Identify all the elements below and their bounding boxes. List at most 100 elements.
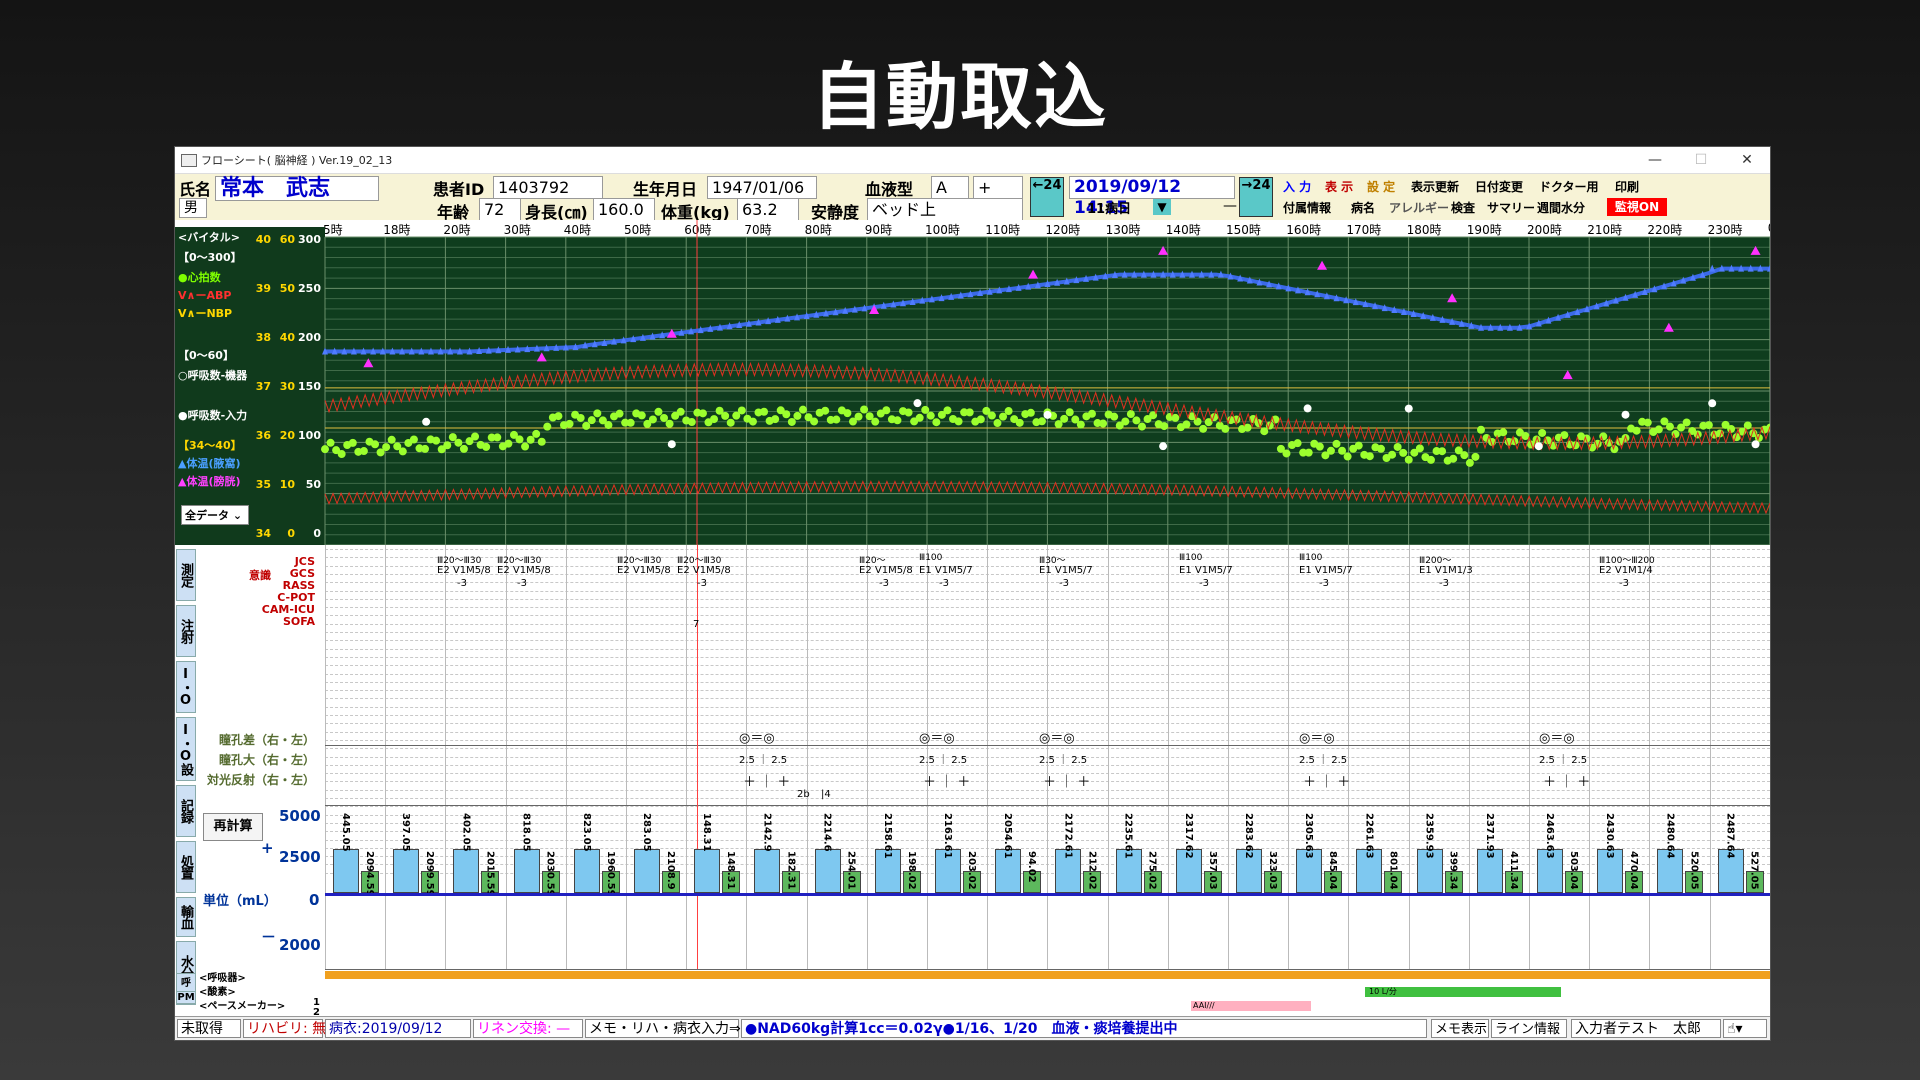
- minimize-button[interactable]: —: [1632, 147, 1678, 173]
- menu-input[interactable]: 入 力: [1283, 178, 1311, 195]
- recalc-button[interactable]: 再計算: [203, 813, 263, 841]
- axis-tick-label: 36: [256, 429, 272, 442]
- hr-point: [1477, 425, 1485, 434]
- hr-point: [387, 435, 396, 444]
- next-24h-button[interactable]: →24: [1239, 177, 1273, 217]
- hr-point: [493, 433, 502, 442]
- fluid-value-label: 520.05: [1688, 851, 1700, 890]
- hr-point: [810, 417, 819, 426]
- current-datetime[interactable]: 2019/09/12 14:15: [1069, 176, 1235, 218]
- rass-value: -3: [1059, 578, 1069, 589]
- axis-tick-label: 30: [280, 380, 296, 393]
- memo-entry-button[interactable]: メモ・リハ・病衣入力⇒: [585, 1019, 741, 1038]
- tab-3[interactable]: I・O設定: [176, 717, 196, 781]
- ward-day: 11病日: [1087, 202, 1132, 217]
- fluid-value-label: 198.02: [905, 851, 917, 890]
- gcs-value: E2 V1M5/8: [859, 565, 913, 576]
- hr-point: [443, 441, 452, 450]
- pupil-label: 瞳孔差（右・左）: [218, 733, 315, 747]
- grid-col-line: [385, 545, 387, 969]
- hr-point: [654, 407, 663, 416]
- fluid-bar: [393, 849, 420, 893]
- fluid-value-label: 445.05: [340, 813, 351, 852]
- hr-point: [1449, 454, 1458, 463]
- hr-point: [1438, 447, 1447, 456]
- tab-0[interactable]: 測定: [176, 549, 196, 601]
- axis-tick-label: 40: [280, 331, 296, 344]
- hr-point: [1221, 424, 1230, 433]
- tab-6[interactable]: 輸血: [176, 897, 196, 937]
- rass-value: -3: [1619, 578, 1629, 589]
- hand-cursor-icon[interactable]: ☝▾: [1723, 1019, 1767, 1038]
- menu-print[interactable]: 印刷: [1615, 178, 1639, 195]
- close-button[interactable]: ✕: [1724, 147, 1770, 173]
- hr-point: [526, 435, 535, 444]
- user-name: 入力者テスト 太郎: [1571, 1019, 1721, 1038]
- pupil-label: 瞳孔大（右・左）: [218, 753, 315, 767]
- menu-settings[interactable]: 設 定: [1367, 178, 1395, 195]
- menu-view[interactable]: 表 示: [1325, 178, 1353, 195]
- hr-point: [1393, 442, 1402, 451]
- menu-date-change[interactable]: 日付変更: [1475, 178, 1523, 195]
- bottom-tab[interactable]: PM: [176, 991, 196, 1004]
- hr-point: [1727, 424, 1736, 433]
- axis-tick-label: 39: [256, 282, 271, 295]
- prev-24h-button[interactable]: ←24: [1030, 177, 1064, 217]
- hr-point: [1426, 455, 1435, 464]
- hr-point: [926, 411, 935, 420]
- maximize-button[interactable]: ☐: [1678, 147, 1724, 173]
- pupil-reflex-value: ＋ ｜ ＋: [1543, 775, 1591, 790]
- tab-4[interactable]: 記録: [176, 785, 196, 837]
- hr-point: [1471, 452, 1480, 461]
- menu-summary[interactable]: サマリー: [1487, 199, 1535, 216]
- gcs-value: E1 V1M1/3: [1419, 565, 1473, 576]
- slide-title: 自動取込: [811, 55, 1108, 139]
- gcs-value: E2 V1M5/8: [677, 565, 731, 576]
- bottom-row-label: <酸素>: [199, 987, 236, 998]
- gcs-value: E2 V1M5/8: [617, 565, 671, 576]
- fluid-value-label: 399.34: [1447, 851, 1459, 890]
- status-bar: 未取得 リハビリ: 無 病衣:2019/09/12 リネン交換: — メモ・リハ…: [175, 1016, 1770, 1040]
- memo-view-button[interactable]: メモ表示: [1431, 1019, 1489, 1038]
- fluid-value-label: 527.05: [1748, 851, 1760, 890]
- fluid-value-label: 357.03: [1206, 851, 1218, 890]
- menu-doctor[interactable]: ドクター用: [1539, 178, 1599, 195]
- monitor-on-button[interactable]: 監視ON: [1607, 198, 1667, 216]
- fluid-value-label: 2463.63: [1544, 813, 1555, 859]
- hr-point: [921, 405, 930, 414]
- hr-point: [1465, 458, 1474, 467]
- menu-weekly-fluid[interactable]: 週間水分: [1537, 199, 1585, 216]
- hr-point: [1682, 418, 1691, 427]
- hr-point: [904, 408, 913, 417]
- fluid-value-label: 2430.63: [1604, 813, 1616, 859]
- menu-allergy[interactable]: アレルギー: [1389, 199, 1449, 216]
- hr-point: [676, 407, 685, 416]
- line-info-button[interactable]: ライン情報: [1491, 1019, 1567, 1038]
- resp-monitor-point: [1043, 410, 1052, 419]
- pupil-reflex-value: ＋ ｜ ＋: [923, 775, 971, 790]
- tab-2[interactable]: I・O: [176, 661, 196, 713]
- tab-5[interactable]: 処置: [176, 841, 196, 893]
- rass-value: -3: [1199, 578, 1209, 589]
- jcs-value: Ⅲ100: [1299, 553, 1323, 563]
- hr-point: [1110, 412, 1119, 421]
- pupil-reflex-value: ＋ ｜ ＋: [743, 775, 791, 790]
- pupil-label: 対光反射（右・左）: [206, 773, 315, 787]
- menu-disease[interactable]: 病名: [1351, 199, 1375, 216]
- patient-weight: 63.2: [737, 198, 799, 221]
- tab-1[interactable]: 注射: [176, 605, 196, 657]
- hr-point: [1060, 414, 1069, 423]
- hr-point: [1343, 452, 1352, 461]
- name-label: 氏名: [179, 180, 212, 199]
- menu-attached-info[interactable]: 付属情報: [1283, 199, 1331, 216]
- pupil-reflex-value: ＋ ｜ ＋: [1043, 775, 1091, 790]
- hr-point: [771, 415, 780, 424]
- dropdown-down-icon[interactable]: ▼: [1153, 199, 1171, 215]
- hr-point: [1026, 408, 1035, 417]
- gcs-value: E2 V1M5/8: [437, 565, 491, 576]
- menu-refresh[interactable]: 表示更新: [1411, 178, 1459, 195]
- hr-point: [326, 438, 335, 447]
- menu-exam[interactable]: 検査: [1451, 199, 1475, 216]
- fluid-value-label: 845.04: [1327, 851, 1339, 890]
- fluid-value-label: 148.31: [725, 851, 737, 890]
